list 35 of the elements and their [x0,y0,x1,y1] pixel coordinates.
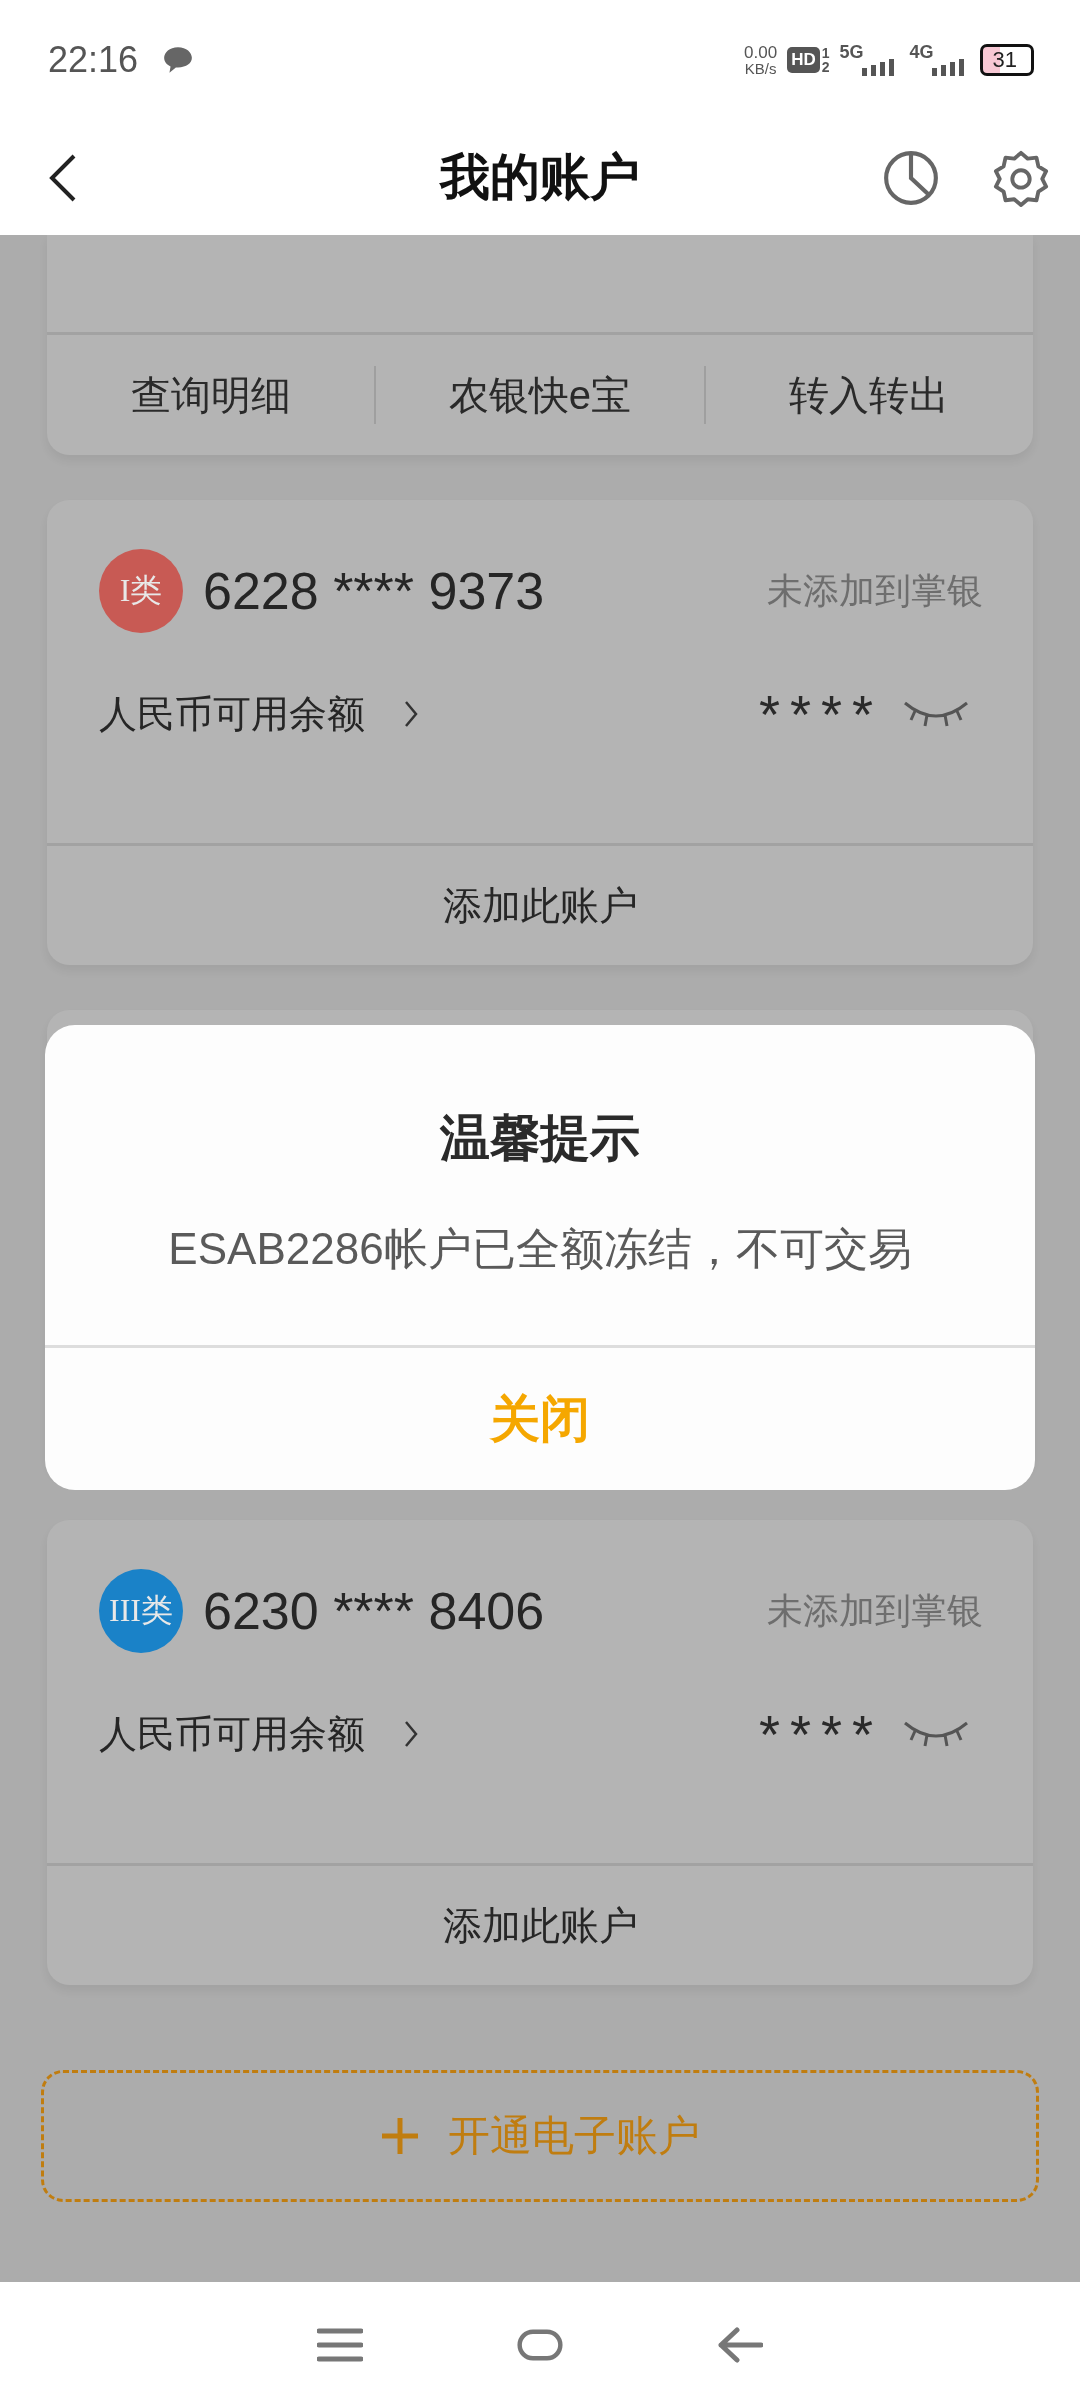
page-title: 我的账户 [440,148,640,207]
network-label: 5G [839,42,864,63]
add-account-button[interactable]: 添加此账户 [47,843,1033,965]
balance-link[interactable]: 人民币可用余额 [99,1708,365,1760]
action-button[interactable]: 农银快e宝 [376,335,704,455]
plus-icon [380,2116,420,2156]
network-speed: 0.00 KB/s [744,44,778,76]
dialog-message: ESAB2286帐户已全额冻结，不可交易 [168,1223,912,1275]
back-arrow-icon[interactable] [717,2327,763,2363]
status-time: 22:16 [48,39,139,81]
dialog-title: 温馨提示 [440,1109,640,1168]
network-label: 4G [909,42,934,63]
battery-level: 31 [979,44,1034,76]
action-button[interactable]: 转入转出 [705,335,1033,455]
settings-icon[interactable] [992,148,1050,207]
back-icon[interactable] [48,152,78,203]
sim-label: 1 2 [821,46,830,74]
pie-chart-icon[interactable] [882,148,940,207]
home-icon[interactable] [517,2327,563,2363]
account-number: 6230 **** 8406 [203,1581,545,1641]
hd-label: HD [787,47,820,73]
add-account-button[interactable]: 添加此账户 [47,1863,1033,1985]
action-button[interactable]: 查询明细 [47,335,375,455]
hidden-balance: **** [758,683,883,745]
hidden-balance: **** [758,1703,883,1765]
account-status: 未添加到掌银 [767,1588,983,1633]
balance-link[interactable]: 人民币可用余额 [99,688,365,740]
account-type-badge: I类 [99,549,183,633]
account-status: 未添加到掌银 [767,568,983,613]
account-number: 6228 **** 9373 [203,561,545,621]
message-icon [162,45,195,75]
chevron-right-icon [403,699,419,729]
account-type-badge: III类 [99,1569,183,1653]
menu-icon[interactable] [317,2327,363,2363]
chevron-right-icon [403,1719,419,1749]
